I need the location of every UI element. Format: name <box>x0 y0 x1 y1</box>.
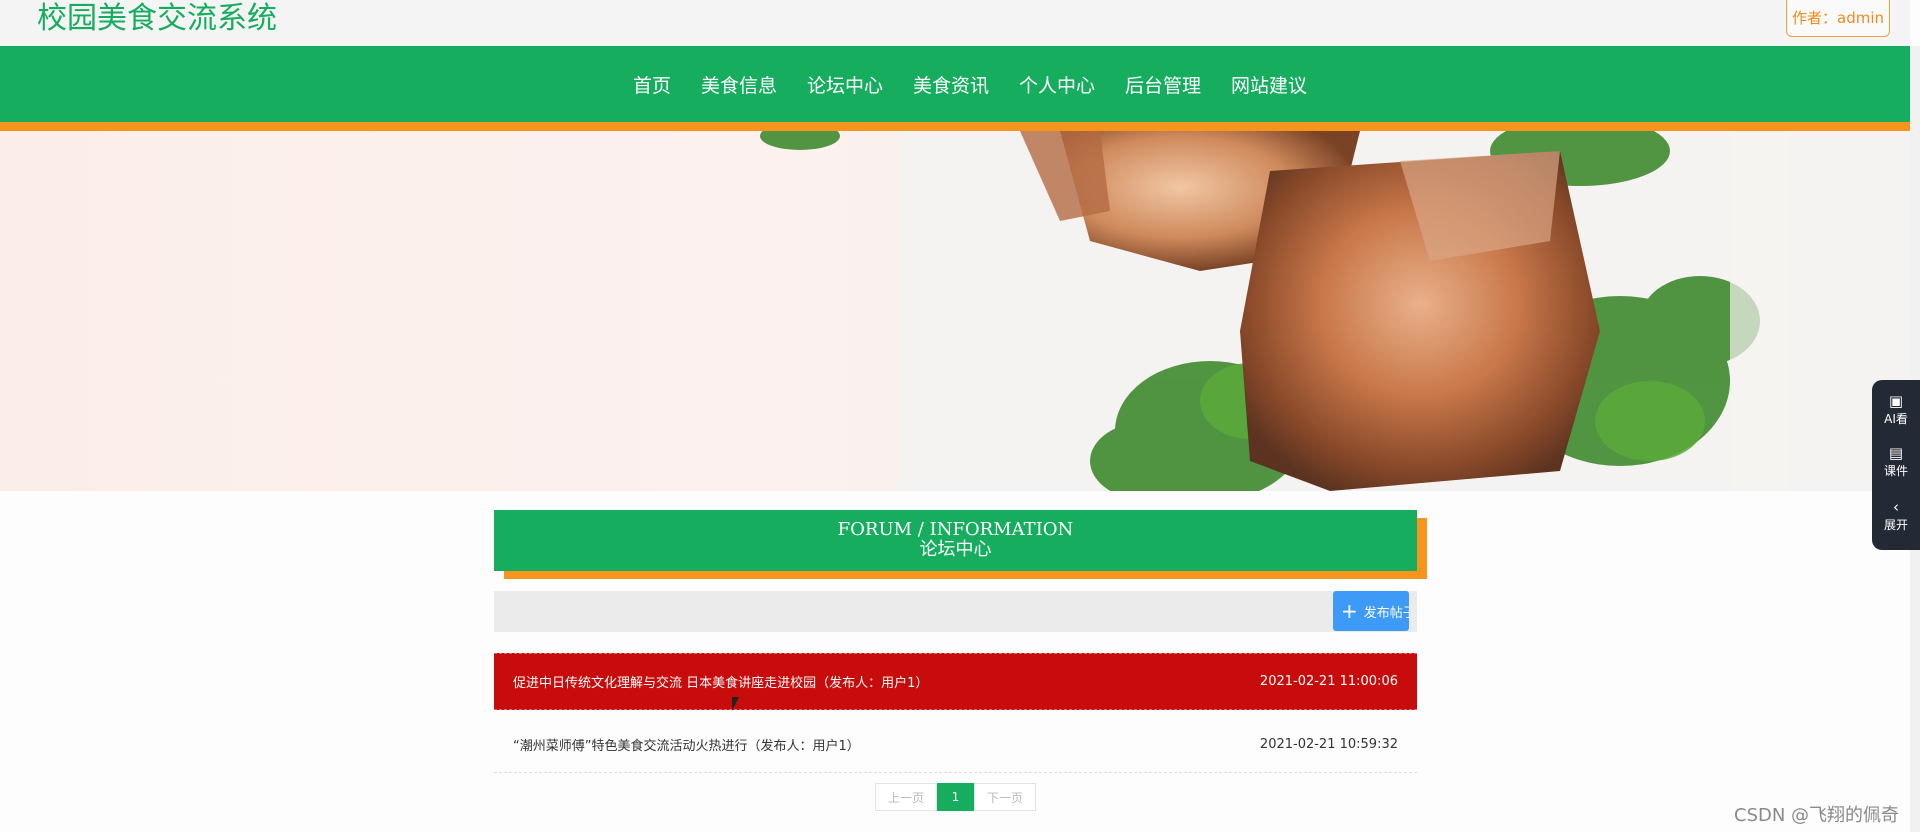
site-title: 校园美食交流系统 <box>37 1 277 36</box>
nav-item-admin[interactable]: 后台管理 <box>1125 71 1201 98</box>
top-bar: 校园美食交流系统 作者：admin <box>0 0 1910 46</box>
pagination: 上一页 1 下一页 <box>875 783 1036 811</box>
side-item-courseware[interactable]: ▤ 课件 <box>1872 444 1920 479</box>
banner-food-image <box>760 131 1910 491</box>
page-number-current[interactable]: 1 <box>937 783 974 811</box>
author-badge[interactable]: 作者：admin <box>1786 0 1890 37</box>
post-time: 2021-02-21 11:00:06 <box>1259 674 1398 689</box>
prev-page-button[interactable]: 上一页 <box>875 783 937 811</box>
publish-post-button[interactable]: + 发布帖子 <box>1333 591 1409 631</box>
nav-accent-stripe <box>0 122 1910 131</box>
watermark: CSDN @飞翔的佩奇 <box>1734 805 1900 826</box>
post-time: 2021-02-21 10:59:32 <box>1259 736 1398 752</box>
next-page-button[interactable]: 下一页 <box>974 783 1036 811</box>
side-item-label: 展开 <box>1883 518 1908 532</box>
plus-icon: + <box>1341 599 1358 623</box>
side-item-label: AI看 <box>1884 412 1908 426</box>
post-row[interactable]: “潮州菜师傅”特色美食交流活动火热进行（发布人：用户1） 2021-02-21 … <box>494 716 1417 773</box>
ai-icon: ▣ <box>1888 392 1904 410</box>
chevron-left-icon: ‹ <box>1893 498 1899 516</box>
side-item-ai[interactable]: ▣ AI看 <box>1872 392 1920 427</box>
forum-heading-zh: 论坛中心 <box>919 539 992 560</box>
forum-toolbar: + 发布帖子 <box>494 591 1417 632</box>
post-title: 促进中日传统文化理解与交流 日本美食讲座走进校园（发布人：用户1） <box>513 676 929 691</box>
nav-item-personal-center[interactable]: 个人中心 <box>1019 71 1095 98</box>
post-title: “潮州菜师傅”特色美食交流活动火热进行（发布人：用户1） <box>513 738 860 754</box>
side-item-expand[interactable]: ‹ 展开 <box>1872 498 1920 533</box>
side-tool-widget: ▣ AI看 ▤ 课件 ‹ 展开 <box>1872 380 1920 550</box>
side-item-label: 课件 <box>1883 464 1908 478</box>
forum-heading-en: FORUM / INFORMATION <box>837 519 1074 540</box>
nav-item-forum[interactable]: 论坛中心 <box>807 71 883 98</box>
forum-heading: FORUM / INFORMATION 论坛中心 <box>494 510 1417 571</box>
nav-item-food-info[interactable]: 美食信息 <box>701 71 777 98</box>
nav-item-food-news[interactable]: 美食资讯 <box>913 71 989 98</box>
post-row[interactable]: 促进中日传统文化理解与交流 日本美食讲座走进校园（发布人：用户1） 2021-0… <box>494 653 1417 710</box>
banner-carousel[interactable] <box>0 131 1910 491</box>
publish-post-label: 发布帖子 <box>1363 605 1409 621</box>
main-nav: 首页 美食信息 论坛中心 美食资讯 个人中心 后台管理 网站建议 <box>0 46 1910 122</box>
book-icon: ▤ <box>1888 444 1904 462</box>
nav-item-home[interactable]: 首页 <box>633 71 671 98</box>
nav-item-suggestions[interactable]: 网站建议 <box>1231 71 1307 98</box>
mouse-cursor-icon <box>732 697 739 711</box>
